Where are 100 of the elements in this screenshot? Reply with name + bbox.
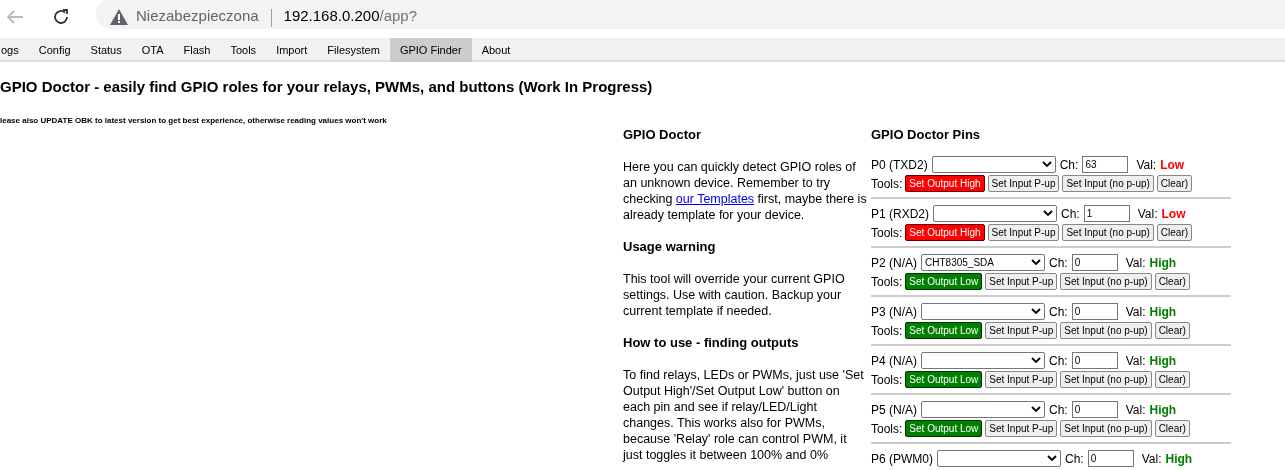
tool-button[interactable]: Set Output Low [905, 273, 983, 290]
tool-button[interactable]: Set Input (no p-up) [1060, 371, 1152, 388]
pin-label: P2 (N/A) [871, 254, 917, 272]
tool-button[interactable]: Set Input (no p-up) [1060, 273, 1152, 290]
chevron-down-icon [1031, 308, 1041, 315]
channel-input[interactable]: 0 [1071, 254, 1118, 271]
tool-button[interactable]: Set Output Low [905, 322, 983, 339]
tool-button[interactable]: Set Input P-up [985, 420, 1058, 437]
pin-value: High [1149, 254, 1177, 272]
tool-button[interactable]: Set Input P-up [987, 175, 1060, 192]
channel-input[interactable]: 0 [1071, 303, 1118, 320]
tool-button[interactable]: Set Input P-up [987, 224, 1060, 241]
value-label: Val: [1125, 352, 1146, 370]
channel-input[interactable]: 63 [1082, 156, 1129, 173]
tool-button[interactable]: Set Output High [905, 224, 985, 241]
channel-label: Ch: [1049, 254, 1068, 272]
section-title: GPIO Doctor Pins [871, 126, 982, 143]
nav-tab[interactable]: ogs [0, 38, 29, 62]
chevron-down-icon [1043, 210, 1053, 217]
nav-tab[interactable]: Status [80, 38, 132, 62]
role-dropdown[interactable] [937, 450, 1061, 467]
tool-button[interactable]: Set Input (no p-up) [1062, 175, 1154, 192]
channel-label: Ch: [1049, 352, 1068, 370]
page-heading: GPIO Doctor - easily find GPIO roles for your relays, PWMs, and buttons (Work In Progress) [0, 77, 654, 97]
pin-value: High [1149, 352, 1177, 370]
channel-input[interactable]: 1 [1083, 205, 1130, 222]
nav-tab[interactable]: OTA [131, 38, 174, 62]
channel-label: Ch: [1059, 156, 1079, 174]
paragraph: This tool will override your current GPIO settings. Use with caution. Backup your current template if needed. [623, 270, 846, 319]
tools-label: Tools: [871, 371, 903, 389]
pin-label: P3 (N/A) [871, 303, 917, 321]
tool-button[interactable]: Clear) [1154, 371, 1190, 388]
paragraph: Here you can quickly detect GPIO roles of an unknown device. Remember to try checking our Templates first, maybe there is already template for your device. [623, 158, 867, 223]
value-label: Val: [1125, 303, 1146, 321]
pin-value: High [1165, 450, 1193, 468]
value-label: Val: [1141, 450, 1162, 468]
tool-button[interactable]: Set Input P-up [985, 273, 1058, 290]
security-label: Niezabezpieczona [136, 6, 259, 26]
tools-label: Tools: [871, 224, 903, 242]
pin-value: Low [1161, 205, 1186, 223]
channel-label: Ch: [1065, 450, 1084, 468]
channel-label: Ch: [1061, 205, 1080, 223]
tools-label: Tools: [871, 420, 903, 438]
role-dropdown[interactable] [921, 401, 1045, 418]
role-dropdown[interactable] [921, 303, 1045, 320]
pin-label: P6 (PWM0) [871, 450, 933, 468]
channel-input[interactable]: 0 [1087, 450, 1134, 467]
dropdown-value: CHT8305_SDA [925, 256, 994, 270]
address-bar[interactable]: Niezabezpieczona 192.168.0.200/app? [96, 0, 1285, 29]
tool-button[interactable]: Clear) [1154, 322, 1190, 339]
section-heading: Usage warning [623, 238, 717, 255]
pin-label: P5 (N/A) [871, 401, 917, 419]
channel-input[interactable]: 0 [1071, 401, 1118, 418]
url-path: /app? [379, 6, 418, 26]
url-host: 192.168.0.200 [283, 6, 380, 26]
nav-tab[interactable]: GPIO Finder [389, 38, 472, 62]
tool-button[interactable]: Clear) [1154, 420, 1190, 437]
section-title: GPIO Doctor [623, 126, 702, 143]
nav-tab[interactable]: Import [266, 38, 318, 62]
pin-value: High [1149, 303, 1177, 321]
role-dropdown[interactable] [933, 205, 1057, 222]
pin-value: High [1149, 401, 1177, 419]
section-heading: How to use - finding outputs [623, 334, 800, 351]
tool-button[interactable]: Clear) [1154, 273, 1190, 290]
templates-link[interactable]: our Templates [675, 191, 755, 206]
nav-tab[interactable]: Flash [173, 38, 221, 62]
role-dropdown[interactable]: CHT8305_SDA [921, 254, 1045, 271]
tool-button[interactable]: Set Input (no p-up) [1062, 224, 1154, 241]
pin-value: Low [1160, 156, 1185, 174]
channel-label: Ch: [1049, 303, 1068, 321]
chevron-down-icon [1047, 455, 1057, 462]
tool-button[interactable]: Set Input (no p-up) [1060, 420, 1152, 437]
channel-input[interactable]: 0 [1071, 352, 1118, 369]
nav-tab[interactable]: Tools [220, 38, 267, 62]
tool-button[interactable]: Set Input P-up [985, 322, 1058, 339]
tool-button[interactable]: Clear) [1156, 175, 1193, 192]
value-label: Val: [1136, 156, 1157, 174]
nav-tab[interactable]: About [471, 38, 521, 62]
tool-button[interactable]: Set Output High [905, 175, 985, 192]
tool-button[interactable]: Set Input P-up [985, 371, 1058, 388]
tools-label: Tools: [871, 273, 903, 291]
tool-button[interactable]: Clear) [1156, 224, 1193, 241]
paragraph: To find relays, LEDs or PWMs, just use 'Set Output High'/Set Output Low' button on each pin and see if relay/LED/Light changes. This works also for PWMs, because 'Relay' role can control PWM, it just toggles it between 100% and 0% [623, 366, 865, 463]
chevron-down-icon [1031, 357, 1041, 364]
role-dropdown[interactable] [931, 156, 1056, 173]
tools-label: Tools: [871, 175, 903, 193]
chevron-down-icon [1031, 259, 1041, 266]
pin-label: P0 (TXD2) [871, 156, 928, 174]
role-dropdown[interactable] [921, 352, 1045, 369]
tool-button[interactable]: Set Output Low [905, 420, 983, 437]
chevron-down-icon [1031, 406, 1041, 413]
warning-icon [110, 9, 128, 25]
pin-label: P4 (N/A) [871, 352, 917, 370]
tool-button[interactable]: Set Output Low [905, 371, 983, 388]
value-label: Val: [1137, 205, 1158, 223]
tool-button[interactable]: Set Input (no p-up) [1060, 322, 1152, 339]
nav-tab[interactable]: Filesystem [317, 38, 390, 62]
channel-label: Ch: [1049, 401, 1068, 419]
chevron-down-icon [1041, 161, 1052, 168]
nav-tab[interactable]: Config [28, 38, 81, 62]
